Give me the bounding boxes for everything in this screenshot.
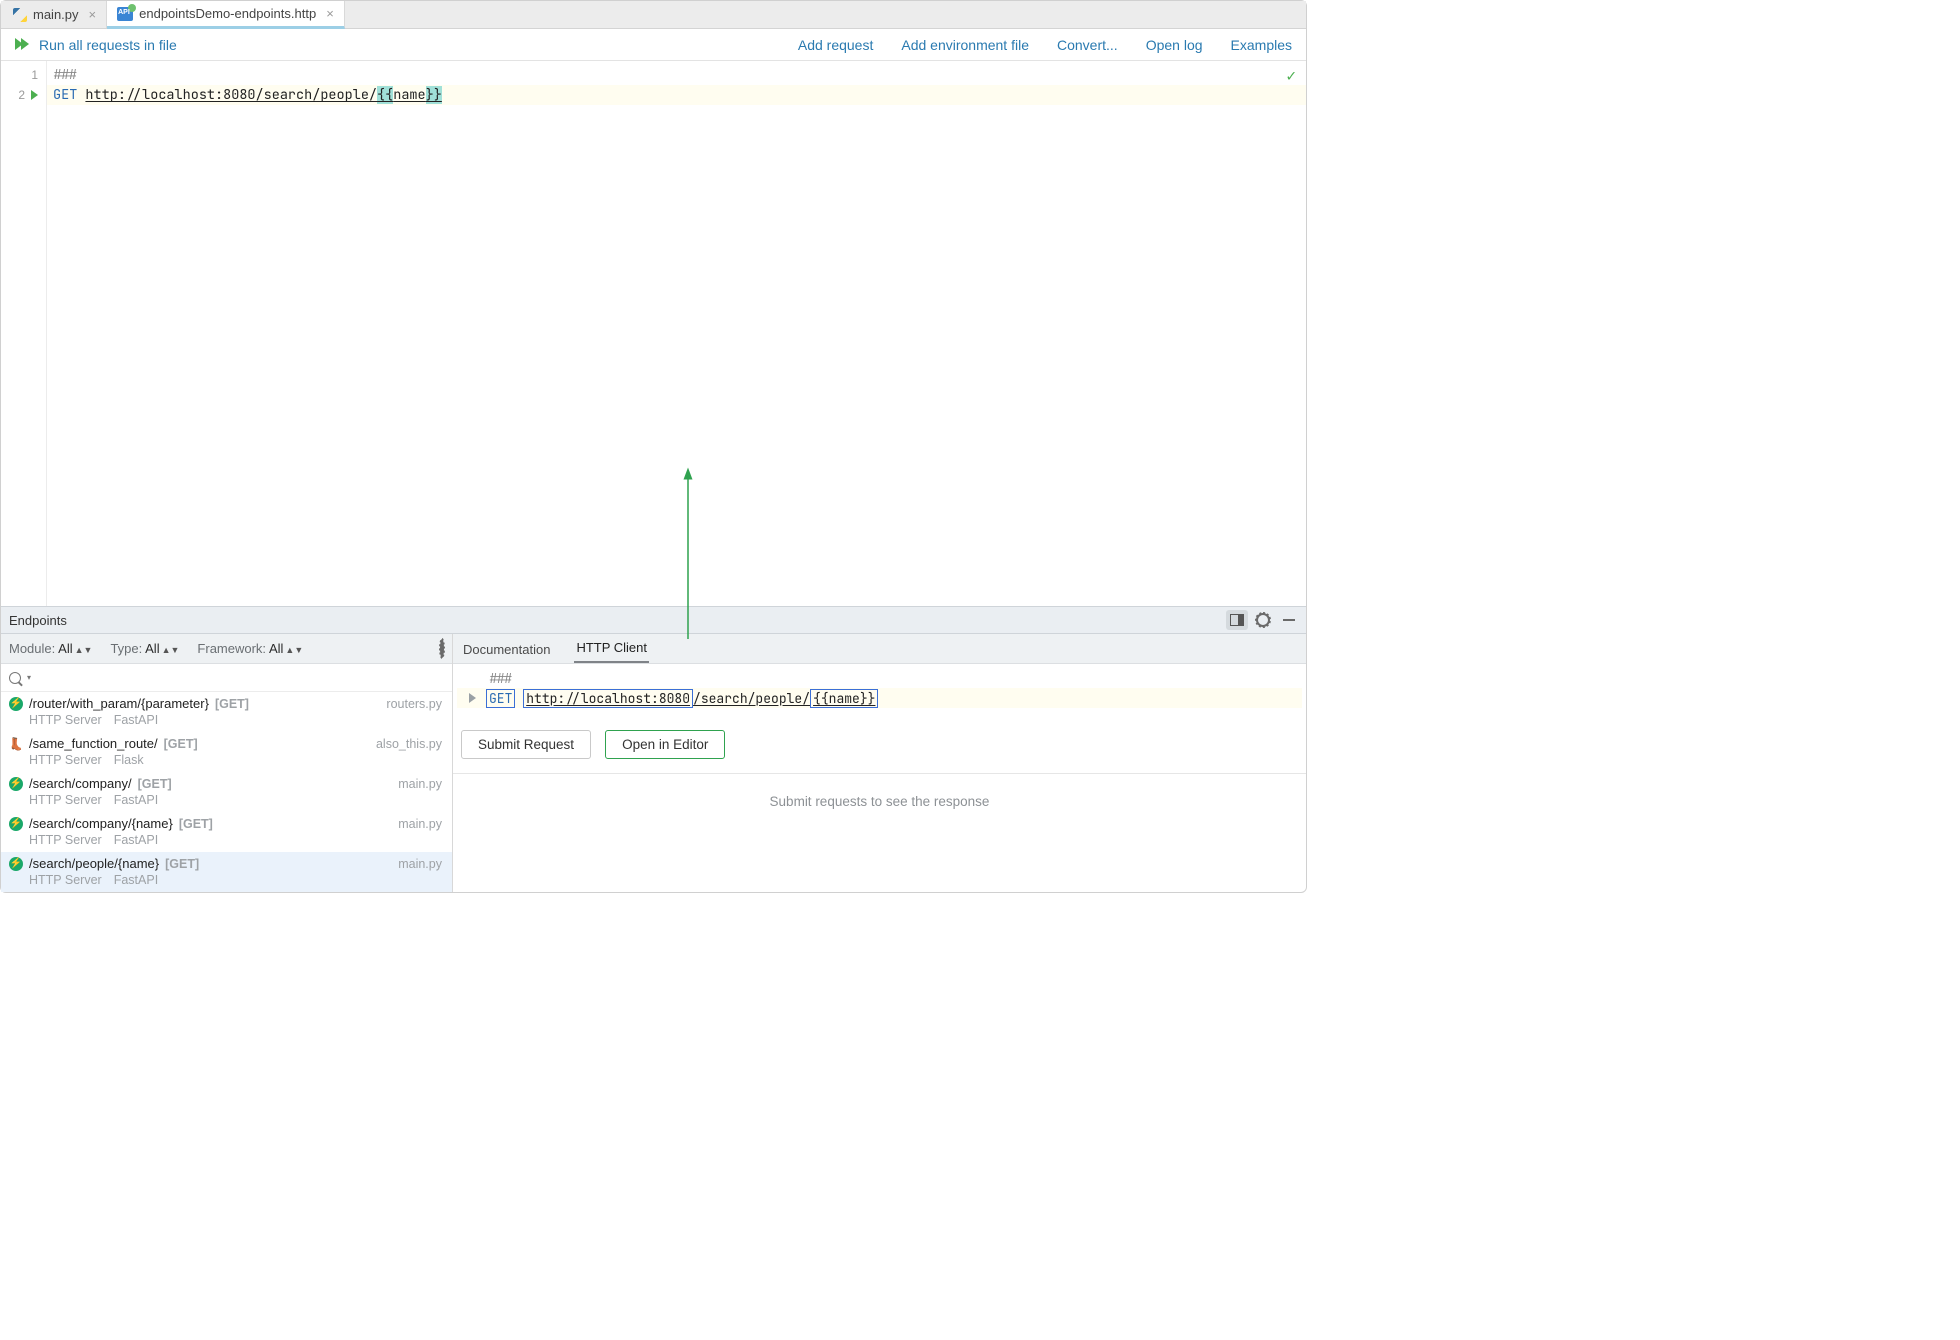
endpoint-item[interactable]: ⚡ /router/with_param/{parameter} [GET] rou… xyxy=(1,692,452,732)
endpoint-file: main.py xyxy=(398,857,442,871)
request-separator: ### xyxy=(489,670,512,687)
minimize-icon xyxy=(1283,619,1295,621)
open-log-link[interactable]: Open log xyxy=(1146,37,1203,53)
line-number: 2 xyxy=(18,88,25,102)
endpoint-method: [GET] xyxy=(138,777,172,791)
right-tabs: Documentation HTTP Client xyxy=(453,634,1306,664)
endpoint-method: [GET] xyxy=(165,857,199,871)
code-surface[interactable]: ### GET http://localhost:8080/search/peo… xyxy=(47,61,1306,606)
add-request-link[interactable]: Add request xyxy=(798,37,874,53)
line-number: 1 xyxy=(31,68,38,82)
filter-settings-button[interactable] xyxy=(440,641,444,656)
endpoint-path: /search/people/{name} xyxy=(29,856,159,871)
toolbar-links: Add request Add environment file Convert… xyxy=(798,37,1292,53)
http-method: GET xyxy=(486,689,515,708)
endpoint-meta: HTTP ServerFastAPI xyxy=(9,873,442,887)
run-icon[interactable] xyxy=(469,693,476,703)
close-icon[interactable]: × xyxy=(326,6,334,21)
examples-link[interactable]: Examples xyxy=(1231,37,1292,53)
tab-main-py[interactable]: main.py × xyxy=(3,1,107,28)
tab-documentation[interactable]: Documentation xyxy=(461,636,552,663)
run-gutter-icon[interactable] xyxy=(31,90,38,100)
fastapi-icon: ⚡ xyxy=(9,697,23,711)
file-tab-bar: main.py × endpointsDemo-endpoints.http × xyxy=(1,1,1306,29)
endpoints-filter-bar: Module: All▲▼ Type: All▲▼ Framework: All… xyxy=(1,634,452,664)
http-client-actions: Submit Request Open in Editor xyxy=(453,712,1306,774)
endpoints-list[interactable]: ⚡ /router/with_param/{parameter} [GET] rou… xyxy=(1,692,452,892)
endpoint-file: also_this.py xyxy=(376,737,442,751)
endpoints-search-row: ▾ xyxy=(1,664,452,692)
endpoint-method: [GET] xyxy=(179,817,213,831)
code-editor[interactable]: 1 2 ### GET http://localhost:8080/search… xyxy=(1,61,1306,606)
endpoint-item[interactable]: ⚡ /search/company/{name} [GET] main.py HTTP… xyxy=(1,812,452,852)
request-url: http://localhost:8080/search/people/{{na… xyxy=(85,86,441,104)
http-method: GET xyxy=(53,86,77,104)
endpoint-path: /same_function_route/ xyxy=(29,736,158,751)
flask-icon: 👢 xyxy=(9,737,23,751)
close-icon[interactable]: × xyxy=(89,7,97,22)
split-icon xyxy=(1230,614,1244,626)
open-in-editor-button[interactable]: Open in Editor xyxy=(605,730,725,759)
request-separator: ### xyxy=(53,66,77,84)
editor-toolbar: Run all requests in file Add request Add… xyxy=(1,29,1306,61)
endpoint-item[interactable]: 👢 /same_function_route/ [GET] also_this.py… xyxy=(1,732,452,772)
endpoint-method: [GET] xyxy=(215,697,249,711)
endpoint-file: routers.py xyxy=(386,697,442,711)
panel-settings-button[interactable] xyxy=(1252,610,1274,630)
gear-icon xyxy=(1256,613,1270,627)
type-filter[interactable]: Type: All▲▼ xyxy=(110,641,179,656)
response-placeholder: Submit requests to see the response xyxy=(453,774,1306,892)
endpoint-meta: HTTP ServerFastAPI xyxy=(9,713,442,727)
endpoint-file: main.py xyxy=(398,817,442,831)
convert-link[interactable]: Convert... xyxy=(1057,37,1118,53)
endpoints-list-pane: Module: All▲▼ Type: All▲▼ Framework: All… xyxy=(1,634,453,892)
panel-hide-button[interactable] xyxy=(1278,610,1300,630)
endpoint-path: /router/with_param/{parameter} xyxy=(29,696,209,711)
search-icon xyxy=(9,672,21,684)
http-client-editor[interactable]: ### GET http://localhost:8080/search/peo… xyxy=(453,664,1306,712)
endpoints-search-input[interactable] xyxy=(37,670,444,685)
gear-icon xyxy=(440,639,444,658)
fastapi-icon: ⚡ xyxy=(9,857,23,871)
request-url: http://localhost:8080/search/people/{{na… xyxy=(523,689,878,708)
framework-filter[interactable]: Framework: All▲▼ xyxy=(197,641,303,656)
layout-toggle-button[interactable] xyxy=(1226,610,1248,630)
http-client-pane: Documentation HTTP Client ### GET http:/… xyxy=(453,634,1306,892)
endpoint-method: [GET] xyxy=(164,737,198,751)
add-env-file-link[interactable]: Add environment file xyxy=(901,37,1029,53)
endpoint-meta: HTTP ServerFastAPI xyxy=(9,833,442,847)
tab-endpoints-http[interactable]: endpointsDemo-endpoints.http × xyxy=(107,1,345,29)
run-all-requests-button[interactable]: Run all requests in file xyxy=(15,37,177,53)
endpoint-path: /search/company/ xyxy=(29,776,132,791)
fastapi-icon: ⚡ xyxy=(9,817,23,831)
http-file-icon xyxy=(117,7,133,21)
endpoint-file: main.py xyxy=(398,777,442,791)
endpoint-meta: HTTP ServerFlask xyxy=(9,753,442,767)
endpoint-path: /search/company/{name} xyxy=(29,816,173,831)
endpoints-panel-body: Module: All▲▼ Type: All▲▼ Framework: All… xyxy=(1,634,1306,892)
python-file-icon xyxy=(13,8,27,22)
endpoint-item[interactable]: ⚡ /search/people/{name} [GET] main.py HTTP … xyxy=(1,852,452,892)
tab-http-client[interactable]: HTTP Client xyxy=(574,634,649,663)
double-play-icon xyxy=(15,38,31,52)
panel-title: Endpoints xyxy=(9,613,67,628)
inspection-ok-icon[interactable]: ✓ xyxy=(1286,65,1296,86)
submit-request-button[interactable]: Submit Request xyxy=(461,730,591,759)
endpoints-panel-header: Endpoints xyxy=(1,606,1306,634)
tab-label: endpointsDemo-endpoints.http xyxy=(139,6,316,21)
module-filter[interactable]: Module: All▲▼ xyxy=(9,641,92,656)
endpoint-meta: HTTP ServerFastAPI xyxy=(9,793,442,807)
fastapi-icon: ⚡ xyxy=(9,777,23,791)
gutter: 1 2 xyxy=(1,61,47,606)
run-all-label: Run all requests in file xyxy=(39,37,177,53)
endpoint-item[interactable]: ⚡ /search/company/ [GET] main.py HTTP Serve… xyxy=(1,772,452,812)
search-history-icon[interactable]: ▾ xyxy=(27,673,31,682)
tab-label: main.py xyxy=(33,7,79,22)
